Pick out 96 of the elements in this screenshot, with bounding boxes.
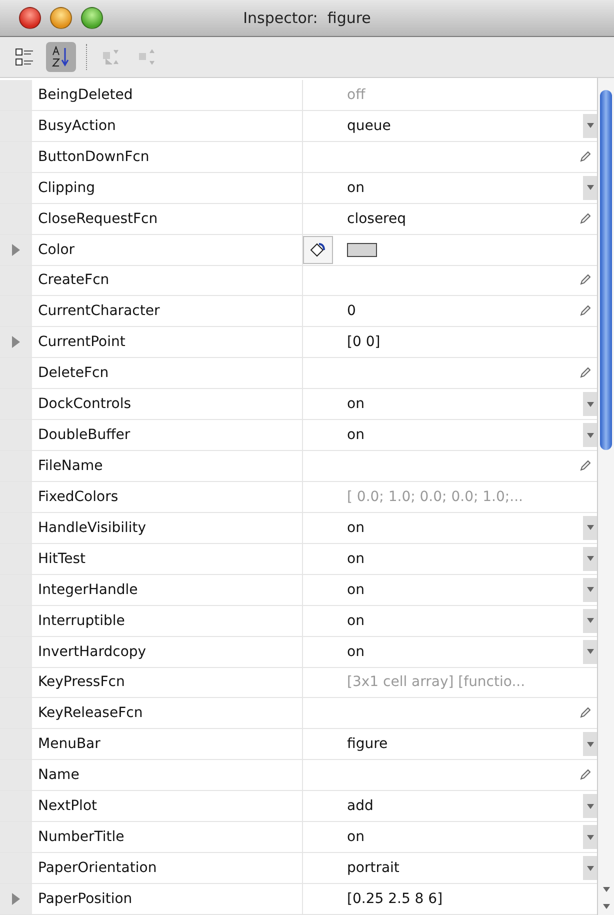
property-name: CloseRequestFcn — [32, 204, 303, 234]
caret-icon — [586, 649, 594, 654]
pencil-icon[interactable] — [579, 305, 591, 318]
caret-icon — [586, 834, 594, 840]
close-button[interactable] — [19, 7, 41, 29]
caret-icon — [586, 402, 594, 407]
pencil-icon[interactable] — [579, 769, 591, 782]
pencil-icon[interactable] — [579, 212, 591, 225]
property-value: off — [346, 86, 366, 103]
property-value: [3x1 cell array] [functio... — [346, 674, 526, 690]
caret-icon — [586, 556, 594, 562]
property-value: on — [346, 644, 364, 660]
property-value: [0.25 2.5 8 6] — [346, 890, 443, 907]
dropdown-button[interactable] — [583, 546, 597, 571]
property-value: on — [346, 582, 364, 598]
window-title: Inspector: figure — [243, 9, 371, 27]
property-name: CurrentPoint — [32, 327, 303, 358]
property-value: closereq — [346, 210, 406, 227]
property-name: DeleteFcn — [32, 358, 303, 388]
paint-bucket-icon — [309, 240, 327, 259]
property-name: PaperPosition — [32, 884, 303, 914]
property-name: NumberTitle — [32, 822, 303, 852]
property-name: BusyAction — [32, 110, 303, 141]
property-value: figure — [346, 736, 388, 752]
dropdown-button[interactable] — [583, 732, 597, 756]
dropdown-button[interactable] — [583, 516, 597, 540]
caret-icon — [586, 185, 594, 190]
property-name: Interruptible — [32, 606, 303, 636]
property-value: on — [346, 550, 364, 567]
property-value: [0 0] — [346, 334, 380, 350]
property-name: IntegerHandle — [32, 574, 303, 605]
dropdown-button[interactable] — [583, 392, 597, 416]
property-name: HandleVisibility — [32, 512, 303, 543]
dropdown-button[interactable] — [583, 856, 597, 880]
property-value: on — [346, 396, 364, 412]
property-name: FileName — [32, 451, 303, 481]
zoom-button[interactable] — [81, 7, 103, 29]
property-value: add — [346, 798, 374, 814]
dropdown-button[interactable] — [583, 176, 597, 200]
property-name: DoubleBuffer — [32, 420, 303, 450]
property-value: on — [346, 612, 364, 629]
caret-icon — [586, 742, 594, 747]
property-value: on — [346, 829, 364, 846]
pencil-icon[interactable] — [579, 460, 591, 472]
expand-arrow-icon[interactable] — [12, 892, 20, 905]
property-value: on — [346, 180, 364, 196]
color-picker-button[interactable] — [303, 236, 333, 264]
property-name: PaperOrientation — [32, 853, 303, 883]
dropdown-button[interactable] — [583, 640, 597, 664]
minimize-button[interactable] — [50, 7, 72, 29]
caret-icon — [586, 525, 594, 530]
dropdown-button[interactable] — [583, 578, 597, 602]
sort-icon — [51, 46, 71, 68]
caret-icon — [586, 123, 594, 128]
property-name: NextPlot — [32, 791, 303, 822]
property-value: [ 0.0; 1.0; 0.0; 0.0; 1.0;... — [346, 488, 523, 505]
property-name: CurrentCharacter — [32, 296, 303, 326]
property-value: queue — [346, 118, 391, 134]
property-name: ButtonDownFcn — [32, 142, 303, 172]
alphabetical-button[interactable] — [46, 42, 76, 72]
property-name: CreateFcn — [32, 266, 303, 296]
property-name: FixedColors — [32, 482, 303, 512]
property-name: KeyReleaseFcn — [32, 698, 303, 728]
property-name: BeingDeleted — [32, 80, 303, 110]
scrollbar-thumb[interactable] — [600, 90, 612, 450]
property-name: Name — [32, 760, 303, 790]
property-name: MenuBar — [32, 729, 303, 760]
dropdown-button[interactable] — [583, 794, 597, 818]
property-value: on — [346, 427, 364, 444]
pencil-icon[interactable] — [579, 274, 591, 286]
caret-icon — [586, 432, 594, 438]
pencil-icon[interactable] — [579, 367, 591, 380]
property-name: HitTest — [32, 544, 303, 574]
expand-arrow-icon[interactable] — [12, 336, 20, 348]
categorized-icon — [15, 47, 35, 67]
scrollbar[interactable] — [597, 78, 614, 915]
property-value: portrait — [346, 860, 400, 876]
pencil-icon[interactable] — [579, 150, 591, 163]
property-name: KeyPressFcn — [32, 668, 303, 698]
dropdown-button[interactable] — [583, 423, 597, 448]
caret-icon — [586, 804, 594, 809]
scroll-up-icon — [602, 887, 610, 892]
caret-icon — [586, 587, 594, 592]
scroll-down-icon — [602, 904, 610, 909]
dropdown-button[interactable] — [583, 114, 597, 138]
property-value: 0 — [346, 303, 356, 320]
expand-arrow-icon[interactable] — [12, 244, 20, 256]
dropdown-button[interactable] — [583, 825, 597, 850]
caret-icon — [586, 618, 594, 624]
property-name: DockControls — [32, 389, 303, 420]
property-name: Clipping — [32, 172, 303, 203]
caret-icon — [586, 866, 594, 870]
property-name: InvertHardcopy — [32, 636, 303, 667]
property-value: on — [346, 520, 364, 536]
pencil-icon[interactable] — [579, 707, 591, 720]
dropdown-button[interactable] — [583, 608, 597, 633]
